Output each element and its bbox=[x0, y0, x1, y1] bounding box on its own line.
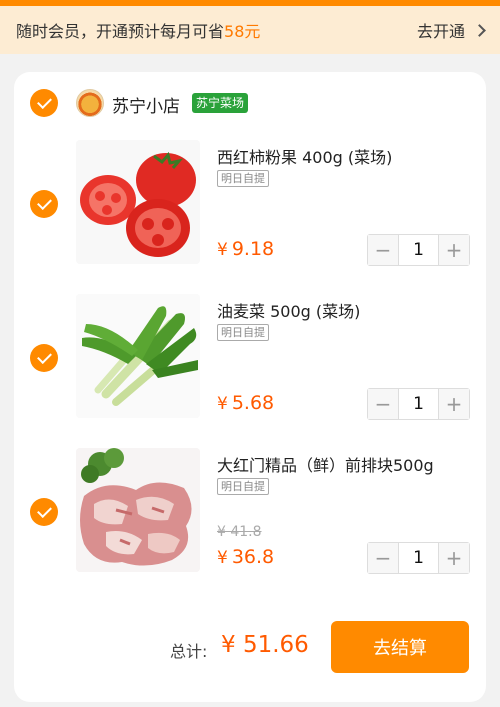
currency-symbol: ¥ bbox=[217, 548, 228, 568]
cart-item: 油麦菜 500g (菜场) 明日自提 ¥5.68 − 1 + bbox=[14, 294, 486, 424]
increase-quantity-button[interactable]: + bbox=[439, 389, 469, 419]
open-membership-link[interactable]: 去开通 bbox=[416, 18, 486, 42]
item-price-value: 36.8 bbox=[231, 546, 275, 568]
quantity-stepper: − 1 + bbox=[367, 542, 470, 574]
item-title[interactable]: 油麦菜 500g (菜场) bbox=[217, 298, 360, 322]
quantity-stepper: − 1 + bbox=[367, 388, 470, 420]
item-price: ¥36.8 bbox=[217, 546, 274, 568]
item-select-checkbox[interactable] bbox=[30, 344, 58, 372]
cart-card: 苏宁小店 苏宁菜场 西红柿粉果 400g (菜场) 明日自提 ¥9.18 − 1 bbox=[14, 72, 486, 702]
pickup-tag: 明日自提 bbox=[217, 170, 269, 187]
item-price: ¥9.18 bbox=[217, 238, 274, 260]
pickup-tag: 明日自提 bbox=[217, 478, 269, 495]
membership-savings-amount: 58元 bbox=[224, 22, 261, 41]
total-amount: ¥ 51.66 bbox=[221, 632, 309, 658]
checkout-footer: 总计: ¥ 51.66 去结算 bbox=[14, 620, 486, 674]
pork-image[interactable] bbox=[76, 448, 200, 572]
cart-item: 西红柿粉果 400g (菜场) 明日自提 ¥9.18 − 1 + bbox=[14, 140, 486, 270]
store-select-checkbox[interactable] bbox=[30, 89, 58, 117]
lettuce-image[interactable] bbox=[76, 294, 200, 418]
decrease-quantity-button[interactable]: − bbox=[368, 543, 398, 573]
pickup-tag: 明日自提 bbox=[217, 324, 269, 341]
item-select-checkbox[interactable] bbox=[30, 498, 58, 526]
item-price: ¥5.68 bbox=[217, 392, 274, 414]
chevron-right-icon bbox=[473, 23, 486, 37]
currency-symbol: ¥ bbox=[217, 240, 228, 260]
currency-symbol: ¥ bbox=[217, 394, 228, 414]
total-label: 总计: bbox=[170, 642, 208, 661]
item-price-value: 9.18 bbox=[231, 238, 275, 260]
item-title[interactable]: 大红门精品（鲜）前排块500g bbox=[217, 452, 434, 476]
item-title[interactable]: 西红柿粉果 400g (菜场) bbox=[217, 144, 392, 168]
store-header: 苏宁小店 苏宁菜场 bbox=[14, 88, 486, 118]
membership-text-prefix: 随时会员，开通预计每月可省 bbox=[16, 22, 225, 41]
membership-banner[interactable]: 随时会员，开通预计每月可省58元 去开通 bbox=[0, 6, 500, 54]
quantity-stepper: − 1 + bbox=[367, 234, 470, 266]
item-select-checkbox[interactable] bbox=[30, 190, 58, 218]
quantity-input[interactable]: 1 bbox=[398, 235, 439, 265]
quantity-input[interactable]: 1 bbox=[398, 389, 439, 419]
membership-text: 随时会员，开通预计每月可省58元 bbox=[16, 18, 260, 42]
cart-item: 大红门精品（鲜）前排块500g 明日自提 ¥ 41.8 ¥36.8 − 1 + bbox=[14, 448, 486, 578]
tomato-image[interactable] bbox=[76, 140, 200, 264]
store-badge: 苏宁菜场 bbox=[192, 93, 249, 113]
mascot-logo-icon bbox=[76, 89, 104, 117]
open-membership-label: 去开通 bbox=[416, 22, 465, 41]
decrease-quantity-button[interactable]: − bbox=[368, 389, 398, 419]
decrease-quantity-button[interactable]: − bbox=[368, 235, 398, 265]
increase-quantity-button[interactable]: + bbox=[439, 235, 469, 265]
quantity-input[interactable]: 1 bbox=[398, 543, 439, 573]
checkout-button[interactable]: 去结算 bbox=[331, 621, 469, 673]
item-price-value: 5.68 bbox=[231, 392, 275, 414]
original-price: ¥ 41.8 bbox=[217, 524, 262, 540]
store-name[interactable]: 苏宁小店 bbox=[112, 92, 180, 117]
increase-quantity-button[interactable]: + bbox=[439, 543, 469, 573]
